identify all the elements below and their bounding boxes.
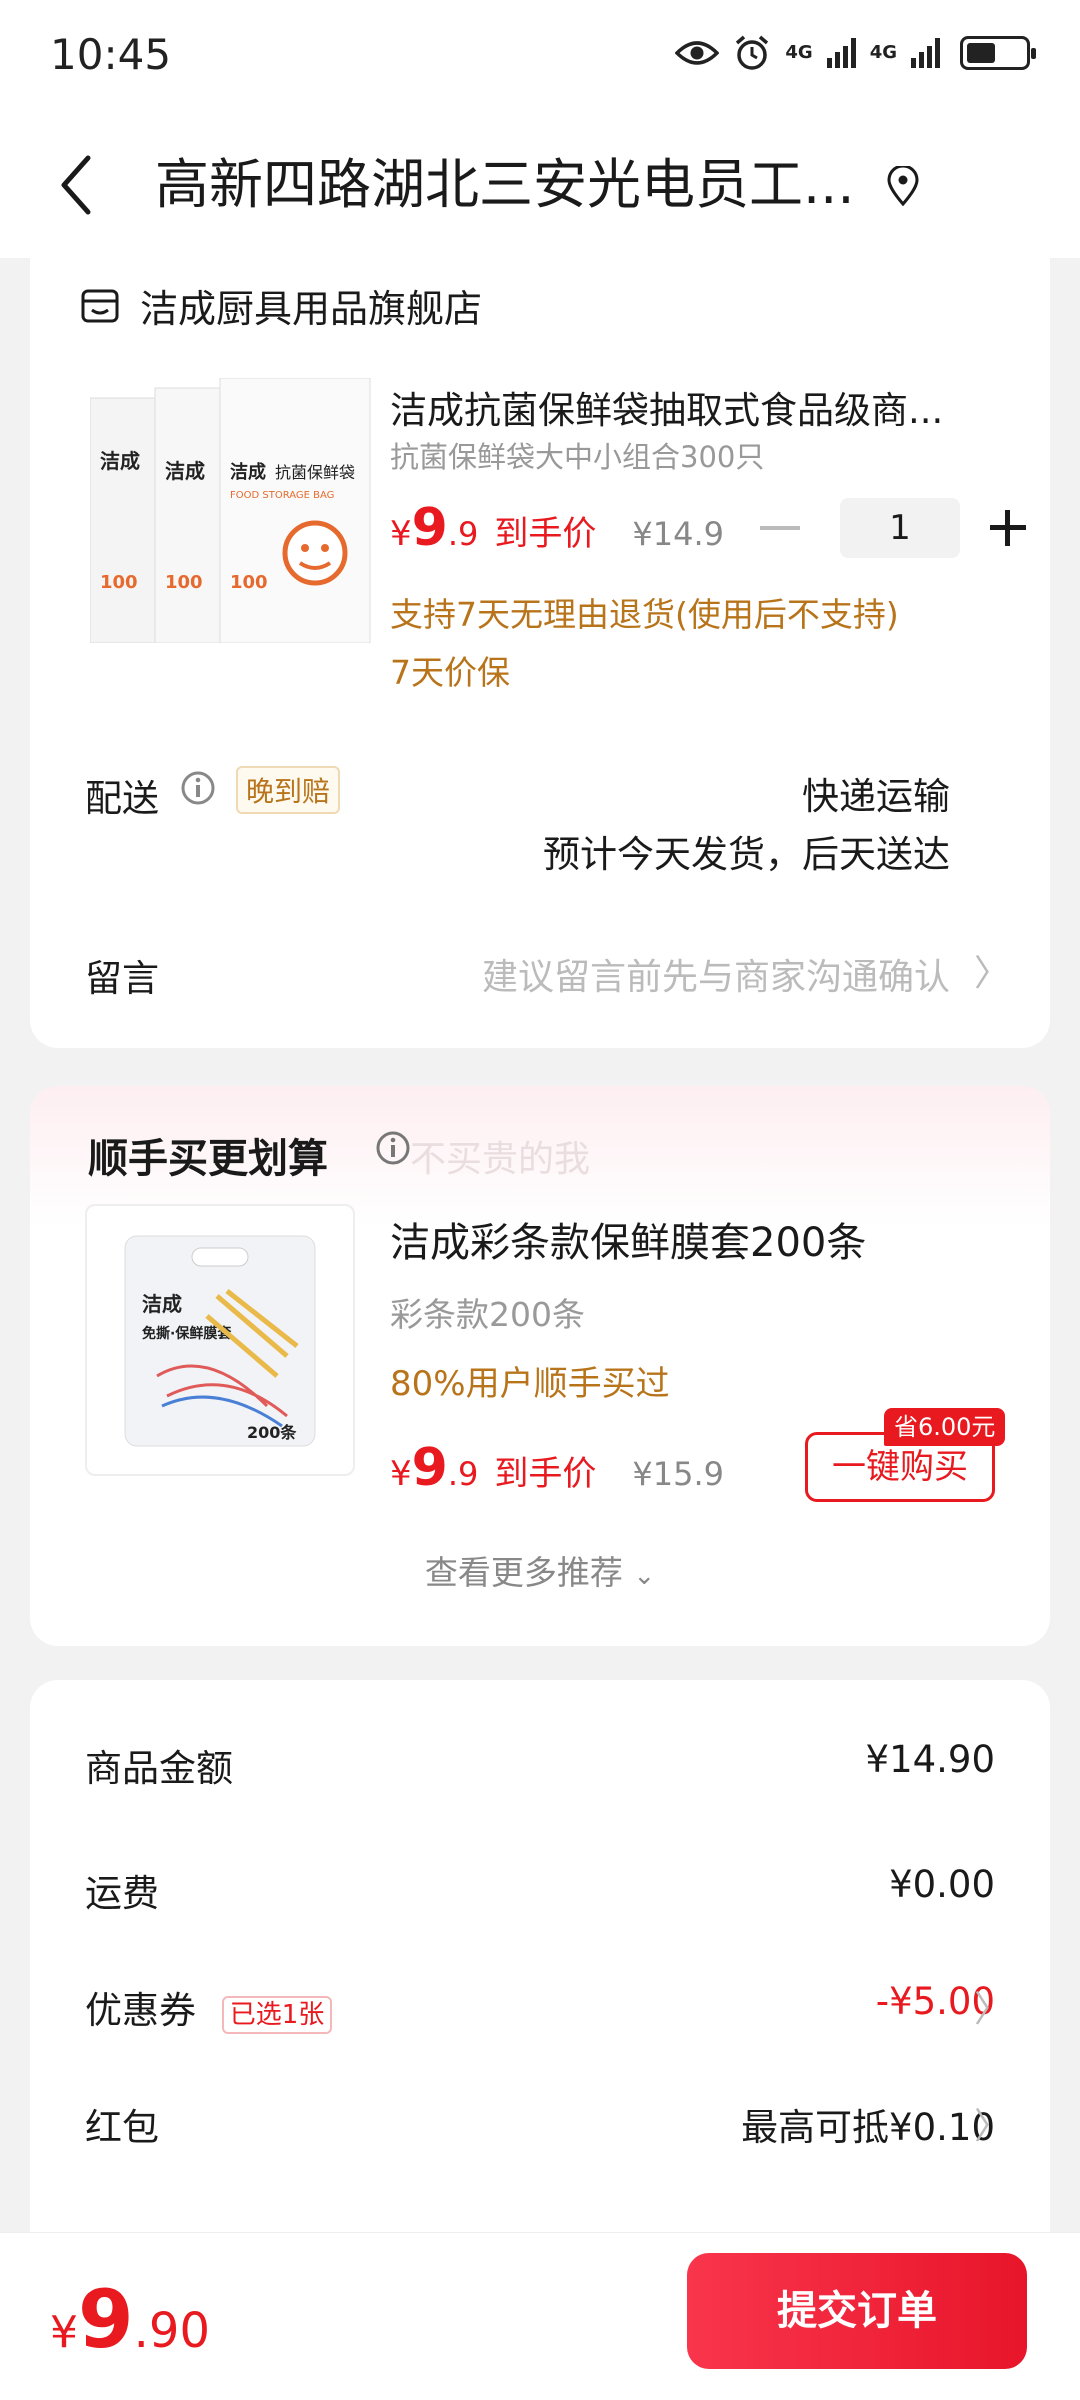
chevron-right-icon[interactable]: 〉 [974,2097,1010,2149]
more-recommendations-label: 查看更多推荐 [424,1553,623,1592]
red-packet-label: 红包 [85,2106,159,2149]
bundle-subtitle: 不买贵的我 [410,1139,591,1180]
bundle-product-image[interactable]: 洁成 免撕·保鲜膜套 200条 [85,1204,355,1476]
shipping-value: ¥0.00 [889,1863,995,1906]
alarm-icon [736,35,769,70]
signal-bars-icon [826,38,856,68]
goods-amount-value: ¥14.90 [865,1738,995,1781]
svg-text:FOOD STORAGE BAG: FOOD STORAGE BAG [230,490,334,501]
return-policy: 支持7天无理由退货(使用后不支持) [390,595,899,634]
signal-bars-icon-2 [911,38,940,68]
delivery-method: 快递运输 [802,775,950,818]
total-decimal: .90 [133,2303,211,2359]
product-price: ¥ 9 .9 到手价 ¥14.9 [390,498,724,558]
store-row[interactable]: 洁成厨具用品旗舰店 [80,278,482,333]
goods-amount-label: 商品金额 [85,1747,233,1790]
bundle-card: 顺手买更划算 不买贵的我 洁成 免撕·保鲜膜套 200条 洁成彩条款保鲜膜套20… [30,1086,1050,1646]
price-currency: ¥ [390,1454,412,1494]
price-protection: 7天价保 [390,653,510,692]
decrease-button[interactable] [760,526,800,530]
original-price: ¥14.9 [632,515,724,553]
info-icon[interactable] [180,770,216,806]
shipping-row: 运费 ¥0.00 [85,1863,995,1917]
svg-text:抗菌保鲜袋: 抗菌保鲜袋 [275,463,355,482]
address-title[interactable]: 高新四路湖北三安光电员工... [155,150,875,220]
total-currency: ¥ [50,2307,78,2358]
svg-text:100: 100 [165,572,203,593]
network-4g-label: 4G [785,42,813,63]
original-price: ¥15.9 [632,1455,724,1493]
savings-badge: 省6.00元 [884,1408,1006,1446]
order-total: ¥ 9 .90 [50,2273,210,2366]
goods-amount-row: 商品金额 ¥14.90 [85,1738,995,1792]
delivery-label: 配送 [85,777,159,820]
red-packet-value: 最高可抵¥0.10 [741,2106,995,2149]
bundle-title: 顺手买更划算 [88,1136,328,1182]
status-icons: 4G 4G [675,34,1036,72]
coupon-label: 优惠券 [85,1989,196,2032]
bottom-bar: ¥ 9 .90 提交订单 [0,2232,1080,2400]
price-decimal: .9 [447,1455,479,1493]
chevron-down-icon: ⌄ [633,1561,656,1591]
battery-icon [960,36,1036,70]
status-bar: 10:45 4G 4G [0,0,1080,110]
quantity-stepper: 1 [760,498,1026,558]
svg-text:洁成: 洁成 [165,459,205,483]
svg-text:100: 100 [100,572,138,593]
price-decimal: .9 [447,515,479,553]
increase-button[interactable] [990,510,1026,546]
message-input[interactable]: 建议留言前先与商家沟通确认 [482,948,950,1000]
eye-icon [675,41,720,65]
more-recommendations-link[interactable]: 查看更多推荐 ⌄ [30,1546,1050,1594]
chevron-right-icon[interactable]: 〉 [974,944,1010,996]
product-image[interactable]: 洁成 洁成 洁成 抗菌保鲜袋 FOOD STORAGE BAG 100 100 … [90,378,390,643]
product-spec[interactable]: 抗菌保鲜袋大中小组合300只 [390,434,764,476]
price-integer: 9 [411,1438,448,1498]
bundle-product-title[interactable]: 洁成彩条款保鲜膜套200条 [390,1210,866,1268]
header: 高新四路湖北三安光电员工... [0,110,1080,258]
svg-text:洁成: 洁成 [100,449,140,473]
svg-text:200条: 200条 [247,1423,297,1442]
price-currency: ¥ [390,514,412,554]
coupon-row[interactable]: 优惠券 已选1张 -¥5.00 [85,1980,995,2034]
store-icon [81,289,119,322]
info-icon[interactable] [375,1130,411,1166]
quantity-input[interactable]: 1 [840,498,960,558]
status-time: 10:45 [50,30,172,79]
red-packet-row[interactable]: 红包 最高可抵¥0.10 [85,2097,995,2151]
back-arrow-icon[interactable] [52,150,112,220]
final-price-label: 到手价 [494,1454,597,1494]
bundle-price: ¥ 9 .9 到手价 ¥15.9 [390,1438,724,1498]
chevron-right-icon[interactable]: 〉 [974,1980,1010,2032]
coupon-selected-badge: 已选1张 [221,1996,333,2034]
product-title[interactable]: 洁成抗菌保鲜袋抽取式食品级商... [390,380,990,434]
submit-order-button[interactable]: 提交订单 [687,2253,1027,2369]
bundle-bought-rate: 80%用户顺手买过 [390,1364,670,1404]
location-pin-icon[interactable] [885,166,921,206]
price-integer: 9 [411,498,448,558]
svg-text:洁成: 洁成 [142,1292,182,1316]
order-item-card: 洁成厨具用品旗舰店 洁成 洁成 洁成 抗菌保鲜袋 FOOD STORAGE BA… [30,258,1050,1048]
network-4g-label-2: 4G [869,42,897,63]
svg-text:100: 100 [230,572,268,593]
bundle-product-spec: 彩条款200条 [390,1295,585,1334]
store-name: 洁成厨具用品旗舰店 [140,287,483,331]
svg-text:洁成: 洁成 [230,461,266,483]
late-compensation-badge: 晚到赔 [236,766,341,814]
total-integer: 9 [78,2273,134,2366]
shipping-label: 运费 [85,1872,159,1915]
delivery-eta: 预计今天发货，后天送达 [543,833,950,876]
final-price-label: 到手价 [494,514,597,554]
message-label: 留言 [85,957,159,1000]
